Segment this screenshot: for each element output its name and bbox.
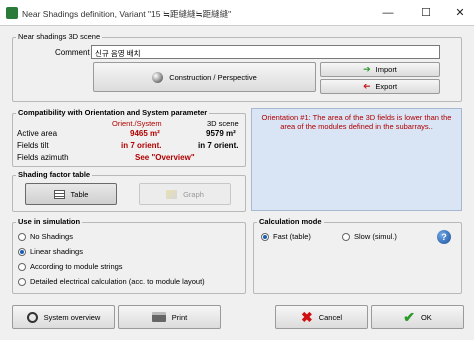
magnifier-icon [26,311,38,323]
radio-no-shadings[interactable]: No Shadings [18,232,73,241]
graph-icon [166,189,178,199]
table-button-label: Table [70,189,89,199]
ok-button[interactable]: ✔ OK [371,305,464,329]
sphere-icon [152,71,164,83]
system-overview-button[interactable]: System overview [12,305,115,329]
fields-tilt-scene-value: in 7 orient. [198,141,239,150]
radio-detailed-electrical-dot[interactable] [18,277,26,286]
table-button[interactable]: Table [25,183,117,205]
scene-group-label: Near shadings 3D scene [16,32,103,41]
cancel-label: Cancel [318,312,343,322]
title-bar: Near Shadings definition, Variant "15 ≒距… [0,0,474,26]
maximize-button[interactable]: ☐ [418,5,434,21]
comment-label: Comment [55,48,90,57]
radio-fast-table[interactable]: Fast (table) [261,232,311,241]
fields-azimuth-orient-value: See "Overview" [135,153,195,162]
ok-label: OK [420,312,432,322]
radio-no-shadings-dot[interactable] [18,232,26,241]
radio-slow-simul[interactable]: Slow (simul.) [342,232,397,241]
printer-icon [151,312,166,322]
warning-message: Orientation #1: The area of the 3D field… [261,113,452,131]
print-label: Print [171,312,188,322]
graph-button[interactable]: Graph [139,183,231,205]
active-area-label: Active area [17,129,58,138]
shading-table-group-label: Shading factor table [16,170,93,179]
use-in-simulation-group-label: Use in simulation [16,217,83,226]
radio-linear-shadings-dot[interactable] [18,247,26,256]
construction-perspective-label: Construction / Perspective [169,72,257,82]
export-button[interactable]: ➔ Export [320,79,440,94]
radio-fast-table-dot[interactable] [261,232,269,241]
radio-module-strings-dot[interactable] [18,262,26,271]
compatibility-group-label: Compatibility with Orientation and Syste… [16,108,210,117]
radio-module-strings-label: According to module strings [30,262,123,271]
radio-linear-shadings[interactable]: Linear shadings [18,247,83,256]
minimize-button[interactable]: — [380,5,396,21]
warning-message-box: Orientation #1: The area of the 3D field… [251,108,462,211]
cancel-button[interactable]: ✖ Cancel [275,305,368,329]
graph-button-label: Graph [183,189,204,199]
table-grid-icon [53,189,65,199]
export-arrow-icon: ➔ [362,81,371,91]
checkmark-icon: ✔ [403,308,415,325]
radio-detailed-electrical-label: Detailed electrical calculation (acc. to… [30,277,205,286]
window-title: Near Shadings definition, Variant "15 ≒距… [22,9,232,19]
import-label: Import [375,65,397,74]
comment-input[interactable]: 신규 음영 배치 [91,45,440,59]
import-button[interactable]: ➔ Import [320,62,440,77]
radio-slow-simul-dot[interactable] [342,232,350,241]
fields-tilt-orient-value: in 7 orient. [121,141,162,150]
radio-slow-simul-label: Slow (simul.) [354,232,397,241]
export-label: Export [375,82,398,91]
radio-detailed-electrical[interactable]: Detailed electrical calculation (acc. to… [18,277,205,286]
active-area-orient-value: 9465 m² [130,129,160,138]
radio-linear-shadings-label: Linear shadings [30,247,83,256]
import-arrow-icon: ➔ [363,64,371,74]
active-area-scene-value: 9579 m² [206,129,236,138]
radio-fast-table-label: Fast (table) [273,232,311,241]
print-button[interactable]: Print [118,305,221,329]
app-icon [6,7,18,19]
cancel-x-icon: ✖ [300,308,313,325]
3d-scene-header: 3D scene [207,119,239,128]
close-window-button[interactable]: ✕ [452,5,468,21]
orient-system-header: Orient./System [112,119,162,128]
construction-perspective-button[interactable]: Construction / Perspective [93,62,316,92]
radio-module-strings[interactable]: According to module strings [18,262,123,271]
fields-tilt-label: Fields tilt [17,141,49,150]
system-overview-label: System overview [43,312,101,322]
fields-azimuth-label: Fields azimuth [17,153,69,162]
radio-no-shadings-label: No Shadings [30,232,73,241]
calculation-mode-group-label: Calculation mode [257,217,324,226]
help-icon[interactable]: ? [437,230,451,244]
